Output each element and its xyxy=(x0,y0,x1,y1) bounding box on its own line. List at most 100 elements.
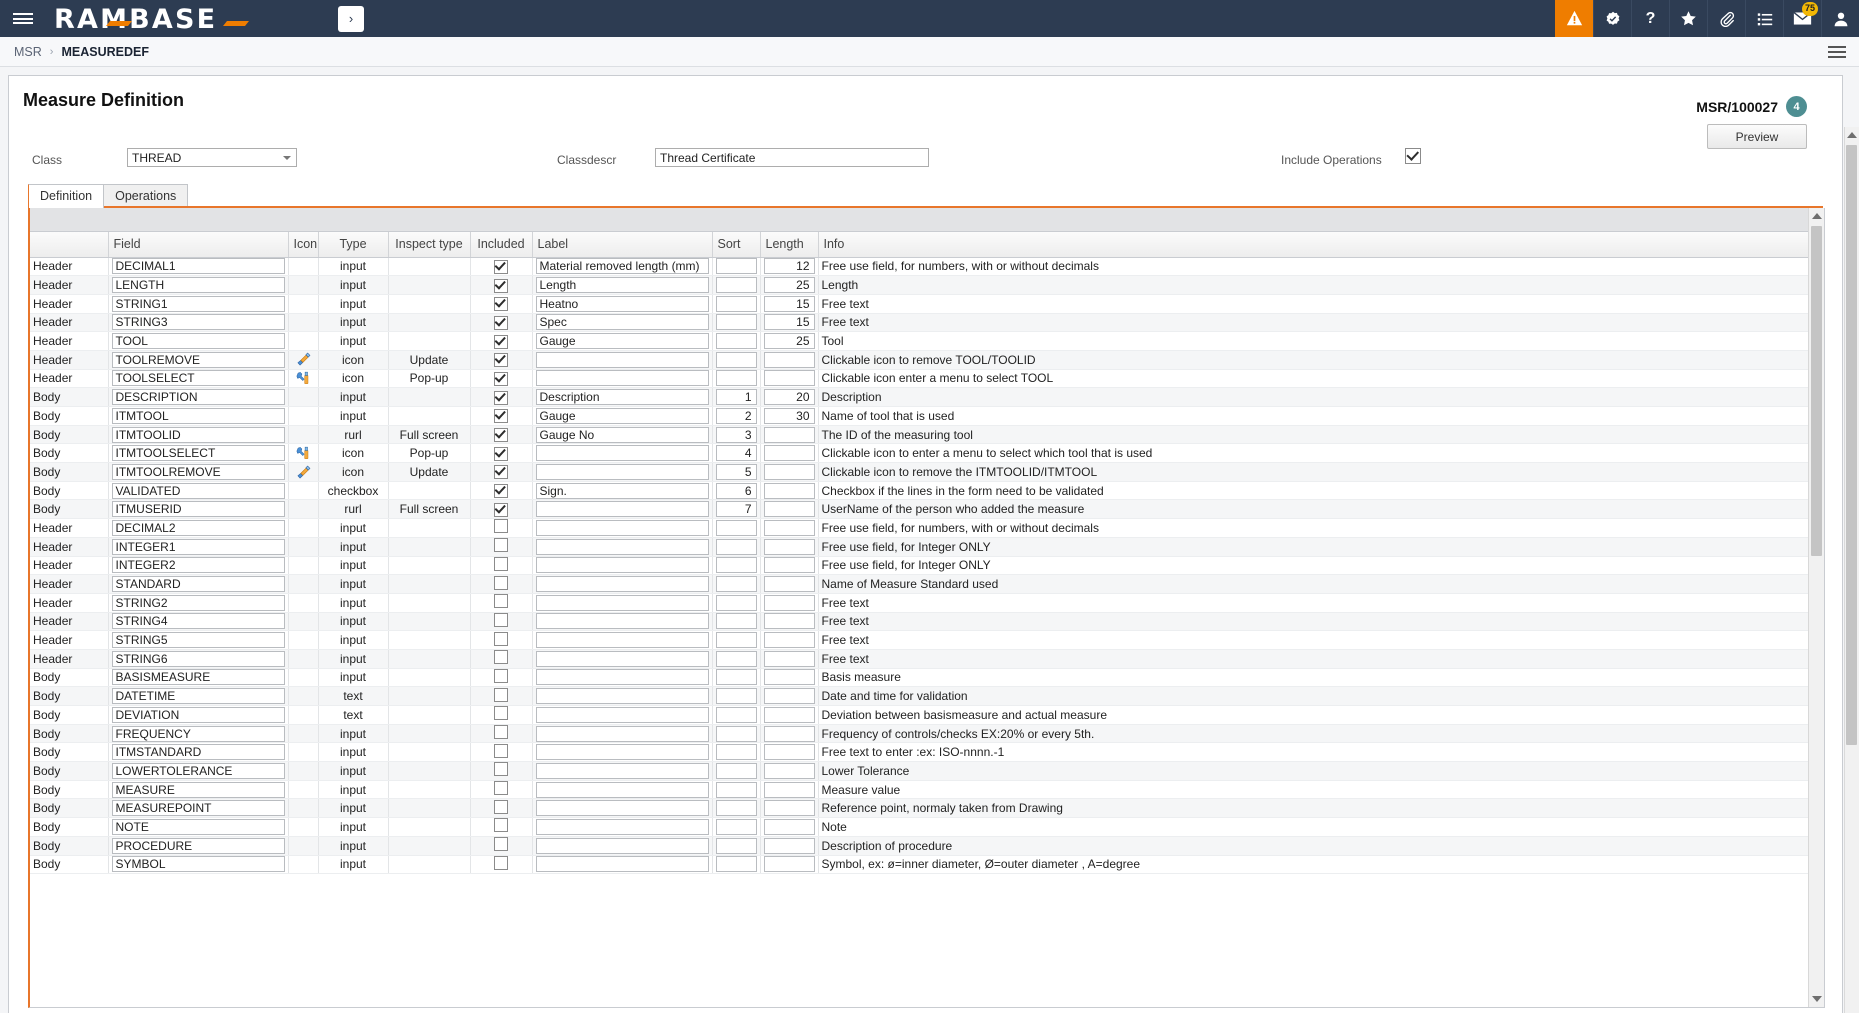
label-input[interactable] xyxy=(536,688,709,704)
cell-label[interactable] xyxy=(532,519,712,538)
length-input[interactable] xyxy=(764,613,815,629)
field-input[interactable]: ITMTOOL xyxy=(112,408,285,424)
cell-field[interactable]: STRING6 xyxy=(108,649,288,668)
table-row[interactable]: HeaderSTANDARDinputName of Measure Stand… xyxy=(30,575,1808,594)
cell-label[interactable]: Sign. xyxy=(532,481,712,500)
cell-included[interactable] xyxy=(470,369,532,388)
label-input[interactable] xyxy=(536,819,709,835)
grid-scroll-thumb[interactable] xyxy=(1811,226,1822,556)
included-checkbox[interactable] xyxy=(494,837,508,851)
cell-field[interactable]: STRING5 xyxy=(108,631,288,650)
cell-sort[interactable] xyxy=(712,631,760,650)
table-row[interactable]: BodyDESCRIPTIONinputDescription120Descri… xyxy=(30,388,1808,407)
table-row[interactable]: BodyITMUSERIDrurlFull screen7UserName of… xyxy=(30,500,1808,519)
label-input[interactable]: Gauge xyxy=(536,333,709,349)
cell-field[interactable]: MEASURE xyxy=(108,780,288,799)
cell-sort[interactable] xyxy=(712,332,760,351)
cell-length[interactable] xyxy=(760,612,818,631)
cell-label[interactable] xyxy=(532,799,712,818)
cell-sort[interactable] xyxy=(712,519,760,538)
length-input[interactable] xyxy=(764,352,815,368)
table-row[interactable]: BodyDEVIATIONtextDeviation between basis… xyxy=(30,706,1808,725)
table-row[interactable]: HeaderDECIMAL1inputMaterial removed leng… xyxy=(30,257,1808,276)
included-checkbox[interactable] xyxy=(494,706,508,720)
field-input[interactable]: FREQUENCY xyxy=(112,726,285,742)
length-input[interactable] xyxy=(764,520,815,536)
cell-field[interactable]: ITMSTANDARD xyxy=(108,743,288,762)
cell-length[interactable] xyxy=(760,743,818,762)
table-row[interactable]: HeaderTOOLSELECTiconPop-upClickable icon… xyxy=(30,369,1808,388)
included-checkbox[interactable] xyxy=(494,260,508,274)
cell-sort[interactable]: 5 xyxy=(712,463,760,482)
cell-included[interactable] xyxy=(470,481,532,500)
table-row[interactable]: HeaderSTRING1inputHeatno15Free text xyxy=(30,294,1808,313)
sort-input[interactable]: 1 xyxy=(716,389,757,405)
cell-length[interactable] xyxy=(760,425,818,444)
length-input[interactable] xyxy=(764,669,815,685)
label-input[interactable] xyxy=(536,613,709,629)
label-input[interactable] xyxy=(536,782,709,798)
label-input[interactable] xyxy=(536,669,709,685)
cell-included[interactable] xyxy=(470,631,532,650)
col-inspect-type[interactable]: Inspect type xyxy=(388,232,470,257)
included-checkbox[interactable] xyxy=(494,632,508,646)
sort-input[interactable] xyxy=(716,557,757,573)
cell-length[interactable] xyxy=(760,519,818,538)
length-input[interactable] xyxy=(764,370,815,386)
cell-sort[interactable] xyxy=(712,575,760,594)
sort-input[interactable]: 5 xyxy=(716,464,757,480)
cell-label[interactable] xyxy=(532,593,712,612)
field-input[interactable]: MEASUREPOINT xyxy=(112,800,285,816)
cell-field[interactable]: DESCRIPTION xyxy=(108,388,288,407)
label-input[interactable] xyxy=(536,464,709,480)
length-input[interactable] xyxy=(764,838,815,854)
sort-input[interactable] xyxy=(716,782,757,798)
included-checkbox[interactable] xyxy=(494,465,508,479)
field-input[interactable]: TOOLREMOVE xyxy=(112,352,285,368)
cell-included[interactable] xyxy=(470,668,532,687)
included-checkbox[interactable] xyxy=(494,372,508,386)
attachment-clip-icon[interactable] xyxy=(1707,0,1745,37)
cell-label[interactable] xyxy=(532,780,712,799)
breadcrumb-root[interactable]: MSR xyxy=(14,45,42,59)
cell-included[interactable] xyxy=(470,350,532,369)
col-length[interactable]: Length xyxy=(760,232,818,257)
length-input[interactable] xyxy=(764,707,815,723)
sort-input[interactable] xyxy=(716,595,757,611)
cell-field[interactable]: DECIMAL1 xyxy=(108,257,288,276)
cell-label[interactable]: Gauge No xyxy=(532,425,712,444)
sort-input[interactable] xyxy=(716,744,757,760)
cell-field[interactable]: MEASUREPOINT xyxy=(108,799,288,818)
cell-field[interactable]: STRING1 xyxy=(108,294,288,313)
table-row[interactable]: BodyMEASUREPOINTinputReference point, no… xyxy=(30,799,1808,818)
cell-field[interactable]: INTEGER1 xyxy=(108,537,288,556)
included-checkbox[interactable] xyxy=(494,428,508,442)
field-input[interactable]: ITMUSERID xyxy=(112,501,285,517)
cell-sort[interactable] xyxy=(712,276,760,295)
cell-length[interactable] xyxy=(760,780,818,799)
included-checkbox[interactable] xyxy=(494,576,508,590)
cell-field[interactable]: VALIDATED xyxy=(108,481,288,500)
label-input[interactable] xyxy=(536,707,709,723)
cell-field[interactable]: ITMTOOLREMOVE xyxy=(108,463,288,482)
cell-sort[interactable] xyxy=(712,743,760,762)
brand-logo[interactable]: RAMBASE xyxy=(46,0,316,37)
cell-included[interactable] xyxy=(470,575,532,594)
cell-field[interactable]: ITMTOOLID xyxy=(108,425,288,444)
sort-input[interactable] xyxy=(716,539,757,555)
length-input[interactable] xyxy=(764,688,815,704)
cell-sort[interactable]: 1 xyxy=(712,388,760,407)
cell-label[interactable] xyxy=(532,500,712,519)
length-input[interactable] xyxy=(764,464,815,480)
field-input[interactable]: STRING2 xyxy=(112,595,285,611)
cell-icon[interactable] xyxy=(288,369,318,388)
table-row[interactable]: HeaderINTEGER2inputFree use field, for I… xyxy=(30,556,1808,575)
table-row[interactable]: HeaderSTRING2inputFree text xyxy=(30,593,1808,612)
col-sort[interactable]: Sort xyxy=(712,232,760,257)
cell-included[interactable] xyxy=(470,407,532,426)
cell-included[interactable] xyxy=(470,425,532,444)
field-input[interactable]: DECIMAL1 xyxy=(112,258,285,274)
label-input[interactable] xyxy=(536,763,709,779)
sort-input[interactable] xyxy=(716,800,757,816)
field-input[interactable]: ITMTOOLID xyxy=(112,427,285,443)
